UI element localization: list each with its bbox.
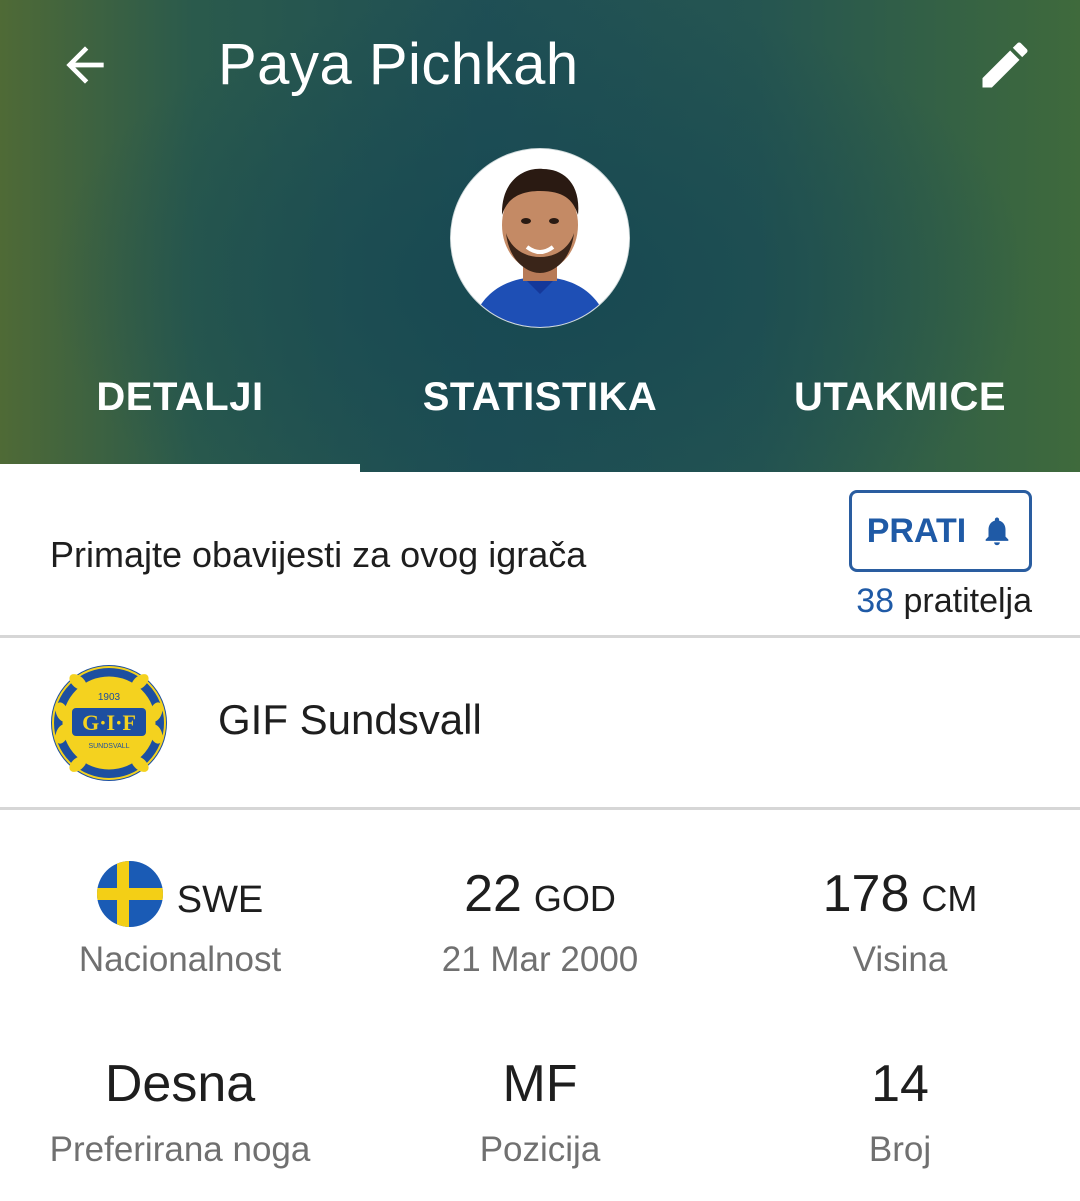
arrow-left-icon — [66, 46, 104, 84]
stat-age: 22 GOD 21 Mar 2000 — [360, 862, 720, 980]
height-label: Visina — [852, 940, 948, 979]
birth-date: 21 Mar 2000 — [441, 940, 639, 979]
sweden-flag-icon — [96, 861, 163, 927]
player-header: Paya Pichkah DETALJI STATISTIKA UTAKMICE — [0, 0, 1080, 472]
foot-label: Preferirana noga — [49, 1130, 311, 1169]
foot-value: Desna — [104, 1055, 256, 1113]
club-crest-icon: 1903 G·I·F SUNDSVALL — [51, 665, 167, 781]
nationality-label: Nacionalnost — [78, 940, 282, 979]
age-unit: GOD — [533, 878, 616, 919]
age-value: 22 — [464, 865, 522, 923]
height-unit: CM — [921, 878, 978, 919]
position-value: MF — [502, 1055, 578, 1113]
bell-icon — [985, 517, 1009, 546]
followers-label: pratitelja — [903, 582, 1032, 620]
follow-button[interactable]: PRATI — [849, 490, 1032, 572]
number-value: 14 — [871, 1055, 929, 1113]
svg-text:SUNDSVALL: SUNDSVALL — [88, 743, 129, 750]
stat-height: 178 CM Visina — [720, 862, 1080, 980]
follow-button-label: PRATI — [866, 511, 967, 550]
stat-nationality: SWE Nacionalnost — [0, 861, 360, 980]
stat-position: MF Pozicija — [360, 1052, 720, 1170]
nationality-code: SWE — [176, 879, 264, 921]
notifications-row: Primajte obavijesti za ovog igrača PRATI… — [0, 472, 1080, 638]
notifications-text: Primajte obavijesti za ovog igrača — [50, 534, 587, 575]
back-button[interactable] — [50, 30, 120, 100]
position-label: Pozicija — [479, 1130, 601, 1169]
tab-details[interactable]: DETALJI — [0, 345, 360, 472]
tab-statistics[interactable]: STATISTIKA — [360, 345, 720, 472]
followers-count: 38 pratitelja — [856, 582, 1032, 621]
edit-button[interactable] — [970, 30, 1040, 100]
number-label: Broj — [868, 1130, 932, 1169]
height-value: 178 — [822, 865, 910, 923]
tab-bar: DETALJI STATISTIKA UTAKMICE — [0, 345, 1080, 472]
svg-text:G·I·F: G·I·F — [82, 710, 136, 735]
club-name: GIF Sundsvall — [218, 696, 482, 743]
stat-number: 14 Broj — [720, 1052, 1080, 1170]
player-avatar — [451, 149, 629, 327]
pencil-icon — [982, 42, 1028, 88]
page-title: Paya Pichkah — [218, 32, 579, 97]
club-row[interactable]: 1903 G·I·F SUNDSVALL GIF Sundsvall — [0, 638, 1080, 810]
tab-matches[interactable]: UTAKMICE — [720, 345, 1080, 472]
svg-text:1903: 1903 — [98, 692, 121, 703]
stat-preferred-foot: Desna Preferirana noga — [0, 1052, 360, 1170]
player-photo — [451, 149, 629, 327]
club-logo: 1903 G·I·F SUNDSVALL — [48, 662, 170, 784]
followers-number: 38 — [856, 582, 895, 620]
